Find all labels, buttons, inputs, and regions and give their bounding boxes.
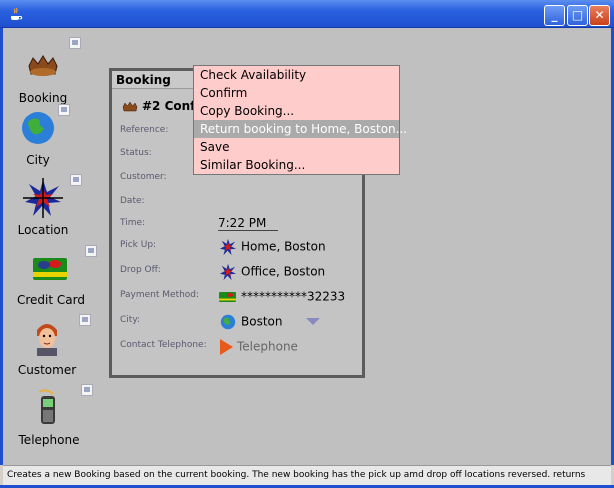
telephone-row: Contact Telephone: Telephone <box>120 337 360 355</box>
booking-icon <box>28 55 58 76</box>
payment-text: ***********32233 <box>241 289 346 304</box>
menu-item-check-availability[interactable]: Check Availability <box>194 66 399 84</box>
globe-icon <box>22 112 54 144</box>
credit-card-icon <box>219 292 236 302</box>
desktop-area: Booking City Location Credit Card Custom… <box>0 28 614 465</box>
desktop-icon-telephone[interactable]: Telephone <box>9 384 93 447</box>
dropoff-text: Office, Boston <box>241 264 326 279</box>
desktop-icon-label: Telephone <box>18 433 80 447</box>
minimize-button[interactable]: _ <box>544 5 565 26</box>
menu-item-confirm[interactable]: Confirm <box>194 84 399 102</box>
menu-item-return-booking[interactable]: Return booking to Home, Boston... <box>194 120 407 138</box>
desktop-icon-booking[interactable]: Booking <box>3 37 83 105</box>
booking-icon <box>122 101 138 112</box>
desktop-icon-label: Location <box>17 223 69 237</box>
small-window-icon <box>69 37 81 49</box>
desktop-icon-location[interactable]: Location <box>3 174 83 237</box>
menu-item-save[interactable]: Save <box>194 138 399 156</box>
payment-row: Payment Method: ***********32233 <box>120 287 360 305</box>
desktop-icon-customer[interactable]: Customer <box>7 314 91 377</box>
pickup-label: Pick Up: <box>120 240 157 250</box>
window-title-bar: _ □ ✕ <box>0 0 614 28</box>
city-value[interactable]: Boston <box>218 313 282 331</box>
location-icon <box>23 178 63 218</box>
location-icon <box>219 263 237 281</box>
status-label: Status: <box>120 148 152 158</box>
maximize-button[interactable]: □ <box>567 5 588 26</box>
date-row: Date: <box>120 193 360 211</box>
booking-window-title: Booking <box>116 73 171 87</box>
reference-label: Reference: <box>120 125 169 135</box>
telephone-icon <box>38 389 55 424</box>
globe-icon <box>220 314 236 330</box>
telephone-value[interactable]: Telephone <box>218 338 298 356</box>
small-window-icon <box>79 314 91 326</box>
time-row: Time: 7:22 PM <box>120 215 360 233</box>
menu-item-similar-booking[interactable]: Similar Booking... <box>194 156 399 174</box>
city-label: City: <box>120 315 141 325</box>
telephone-text: Telephone <box>237 339 298 354</box>
location-icon <box>219 238 237 256</box>
dropoff-row: Drop Off: Office, Boston <box>120 262 360 281</box>
payment-value[interactable]: ***********32233 <box>218 288 345 306</box>
desktop-icon-city[interactable]: City <box>0 104 78 167</box>
date-label: Date: <box>120 196 145 206</box>
customer-icon <box>37 324 57 356</box>
arrow-right-icon <box>220 339 233 355</box>
java-app-icon <box>11 7 23 20</box>
time-label: Time: <box>120 218 146 228</box>
small-window-icon <box>85 245 97 257</box>
desktop-icon-label: Credit Card <box>17 293 85 307</box>
small-window-icon <box>58 104 70 116</box>
payment-label: Payment Method: <box>120 290 200 300</box>
pickup-row: Pick Up: Home, Boston <box>120 237 360 256</box>
time-field[interactable]: 7:22 PM <box>218 216 279 231</box>
credit-card-icon <box>33 258 67 280</box>
context-menu: Check Availability Confirm Copy Booking.… <box>193 65 407 175</box>
menu-item-copy-booking[interactable]: Copy Booking... <box>194 102 399 120</box>
desktop-icon-label: Customer <box>17 363 77 377</box>
small-window-icon <box>70 174 82 186</box>
chevron-down-icon[interactable] <box>306 318 320 326</box>
city-text: Boston <box>241 314 283 329</box>
desktop-icon-label: Booking <box>18 91 68 105</box>
dropoff-label: Drop Off: <box>120 265 161 275</box>
pickup-text: Home, Boston <box>241 239 326 254</box>
dropoff-value[interactable]: Office, Boston <box>218 263 325 281</box>
customer-label: Customer: <box>120 172 167 182</box>
pickup-value[interactable]: Home, Boston <box>218 238 326 256</box>
telephone-label: Contact Telephone: <box>120 340 207 350</box>
city-row: City: Boston <box>120 312 360 330</box>
close-button[interactable]: ✕ <box>589 5 610 26</box>
small-window-icon <box>81 384 93 396</box>
status-bar: Creates a new Booking based on the curre… <box>3 465 611 485</box>
desktop-icon-label: City <box>26 153 50 167</box>
desktop-icon-credit-card[interactable]: Credit Card <box>11 245 97 307</box>
